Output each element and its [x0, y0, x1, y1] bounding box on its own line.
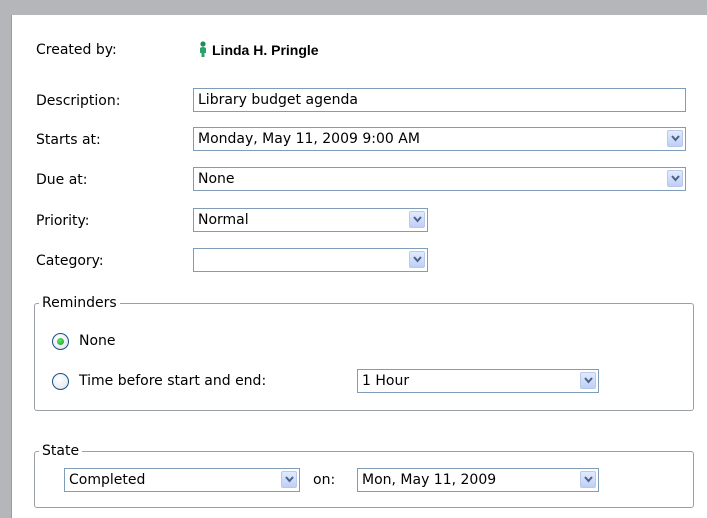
- window-frame-left: [0, 15, 11, 518]
- description-label: Description:: [36, 93, 121, 109]
- priority-select[interactable]: Normal: [193, 208, 428, 232]
- creator-name: Linda H. Pringle: [212, 42, 319, 58]
- state-select[interactable]: Completed: [64, 468, 300, 492]
- priority-label: Priority:: [36, 213, 90, 229]
- chevron-down-icon[interactable]: [580, 471, 596, 488]
- starts-at-value: Monday, May 11, 2009 9:00 AM: [198, 131, 420, 147]
- reminder-none-radio[interactable]: [52, 333, 69, 350]
- chevron-down-icon[interactable]: [281, 471, 297, 488]
- description-value: Library budget agenda: [198, 92, 358, 108]
- starts-at-select[interactable]: Monday, May 11, 2009 9:00 AM: [193, 127, 686, 151]
- state-date-value: Mon, May 11, 2009: [362, 472, 497, 488]
- person-icon: [198, 41, 208, 62]
- state-legend: State: [39, 443, 83, 459]
- reminder-time-radio[interactable]: [52, 373, 69, 390]
- reminders-legend: Reminders: [39, 295, 120, 311]
- reminder-time-value: 1 Hour: [362, 373, 410, 389]
- state-on-label: on:: [313, 472, 336, 488]
- due-at-value: None: [198, 171, 235, 187]
- created-by-value[interactable]: Linda H. Pringle: [198, 40, 319, 60]
- chevron-down-icon[interactable]: [409, 211, 425, 228]
- created-by-label: Created by:: [36, 42, 117, 58]
- state-value: Completed: [69, 472, 146, 488]
- reminders-group: [34, 303, 694, 411]
- category-select[interactable]: [193, 248, 428, 272]
- reminder-time-label[interactable]: Time before start and end:: [79, 371, 266, 391]
- chevron-down-icon[interactable]: [409, 251, 425, 268]
- description-input[interactable]: Library budget agenda: [193, 88, 686, 112]
- state-date-select[interactable]: Mon, May 11, 2009: [357, 468, 599, 492]
- reminder-time-select[interactable]: 1 Hour: [357, 369, 599, 393]
- chevron-down-icon[interactable]: [667, 170, 683, 187]
- window-frame-top: [0, 0, 707, 15]
- priority-value: Normal: [198, 212, 249, 228]
- starts-at-label: Starts at:: [36, 132, 101, 148]
- reminder-none-label[interactable]: None: [79, 331, 116, 351]
- chevron-down-icon[interactable]: [667, 130, 683, 147]
- due-at-select[interactable]: None: [193, 167, 686, 191]
- category-label: Category:: [36, 253, 104, 269]
- due-at-label: Due at:: [36, 172, 88, 188]
- chevron-down-icon[interactable]: [580, 372, 596, 389]
